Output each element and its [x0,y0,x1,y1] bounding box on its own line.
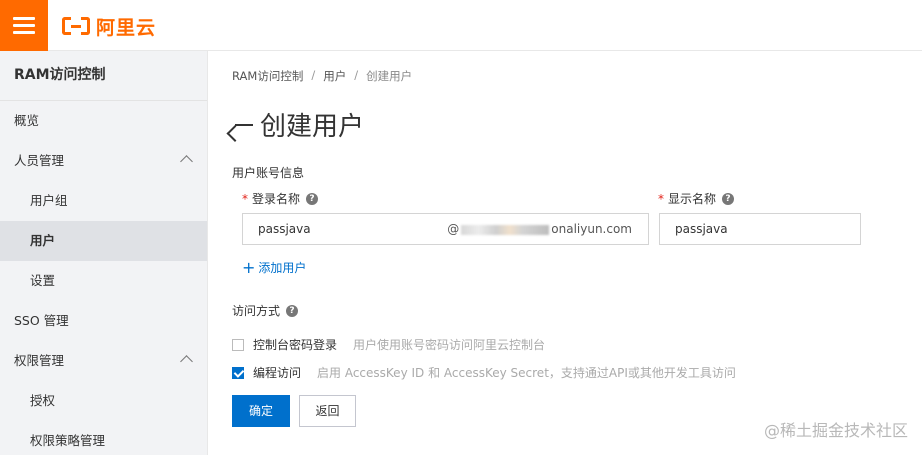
required-mark: * [242,191,248,206]
sidebar-title: RAM访问控制 [0,51,207,101]
sidebar-item-settings[interactable]: 设置 [0,261,207,301]
required-mark: * [658,191,664,206]
logo-text: 阿里云 [96,16,157,39]
help-icon[interactable]: ? [722,192,735,205]
top-bar: 阿里云 [0,0,922,51]
sidebar-item-label: 概览 [14,113,40,128]
console-login-option[interactable]: 控制台密码登录 用户使用账号密码访问阿里云控制台 [232,336,545,353]
access-method-label-text: 访问方式 [232,304,281,318]
sidebar-item-label: 人员管理 [14,153,65,168]
breadcrumb: RAM访问控制 / 用户 / 创建用户 [232,68,412,84]
sidebar-item-overview[interactable]: 概览 [0,101,207,141]
programmatic-access-option[interactable]: 编程访问 启用 AccessKey ID 和 AccessKey Secret，… [232,364,736,381]
login-domain-suffix: @ onaliyun.com [447,214,632,244]
breadcrumb-separator: / [354,68,359,82]
page-title-text: 创建用户 [260,112,365,142]
confirm-button[interactable]: 确定 [232,395,290,427]
help-icon[interactable]: ? [286,304,299,317]
sidebar-item-user-groups[interactable]: 用户组 [0,181,207,221]
domain-prefix: @ [447,222,460,236]
programmatic-access-label: 编程访问 [253,366,302,380]
sidebar-item-sso[interactable]: SSO 管理 [0,301,207,341]
sidebar-item-label: 用户组 [30,193,68,208]
sidebar-item-permission-management[interactable]: 权限管理 [0,341,207,381]
sidebar-item-people-management[interactable]: 人员管理 [0,141,207,181]
main-content: RAM访问控制 / 用户 / 创建用户 创建用户 用户账号信息 * 登录名称 ?… [208,51,922,455]
sidebar-item-label: SSO 管理 [14,313,69,328]
breadcrumb-ram[interactable]: RAM访问控制 [232,68,303,84]
sidebar-item-label: 权限管理 [14,353,65,368]
display-name-value: passjava [675,222,728,236]
display-name-input[interactable]: passjava [659,213,861,245]
programmatic-access-desc: 启用 AccessKey ID 和 AccessKey Secret，支持通过A… [317,366,736,380]
page-title: 创建用户 [226,106,365,143]
console-login-label: 控制台密码登录 [253,338,338,352]
breadcrumb-users[interactable]: 用户 [323,68,346,84]
sidebar-item-label: 权限策略管理 [30,433,106,448]
chevron-up-icon [180,355,193,368]
sidebar-item-grants[interactable]: 授权 [0,381,207,421]
add-user-label: 添加用户 [258,261,307,275]
back-button[interactable]: 返回 [299,395,356,427]
watermark: @稀土掘金技术社区 [763,421,908,440]
back-arrow-icon[interactable] [226,114,254,142]
sidebar-item-label: 用户 [30,233,56,248]
sidebar-item-label: 授权 [30,393,56,408]
user-info-section-label: 用户账号信息 [232,166,305,180]
add-user-link[interactable]: + 添加用户 [242,259,306,276]
display-name-label-text: 显示名称 [668,192,717,206]
help-icon[interactable]: ? [306,192,319,205]
access-method-label: 访问方式 ? [232,302,299,319]
login-name-value: passjava [258,222,311,236]
console-login-checkbox[interactable] [232,338,244,351]
display-name-label: * 显示名称 ? [658,190,735,207]
console-login-desc: 用户使用账号密码访问阿里云控制台 [353,338,546,352]
login-name-label: * 登录名称 ? [242,190,319,207]
aliyun-logo[interactable]: 阿里云 [62,14,157,39]
aliyun-logo-icon [62,17,90,35]
plus-icon: + [242,257,256,277]
programmatic-access-checkbox[interactable] [232,366,244,379]
login-name-input[interactable]: passjava @ onaliyun.com [242,213,649,245]
breadcrumb-current: 创建用户 [366,69,413,83]
sidebar: RAM访问控制 概览 人员管理 用户组 用户 设置 SSO 管理 权限管理 授权… [0,51,208,455]
chevron-up-icon [180,155,193,168]
login-name-label-text: 登录名称 [252,192,301,206]
menu-icon[interactable] [0,0,48,51]
breadcrumb-separator: / [311,68,316,82]
domain-suffix-text: onaliyun.com [551,222,632,236]
sidebar-item-policies[interactable]: 权限策略管理 [0,421,207,461]
sidebar-item-users[interactable]: 用户 [0,221,207,261]
redacted-domain [461,224,550,235]
sidebar-item-label: 设置 [30,273,56,288]
